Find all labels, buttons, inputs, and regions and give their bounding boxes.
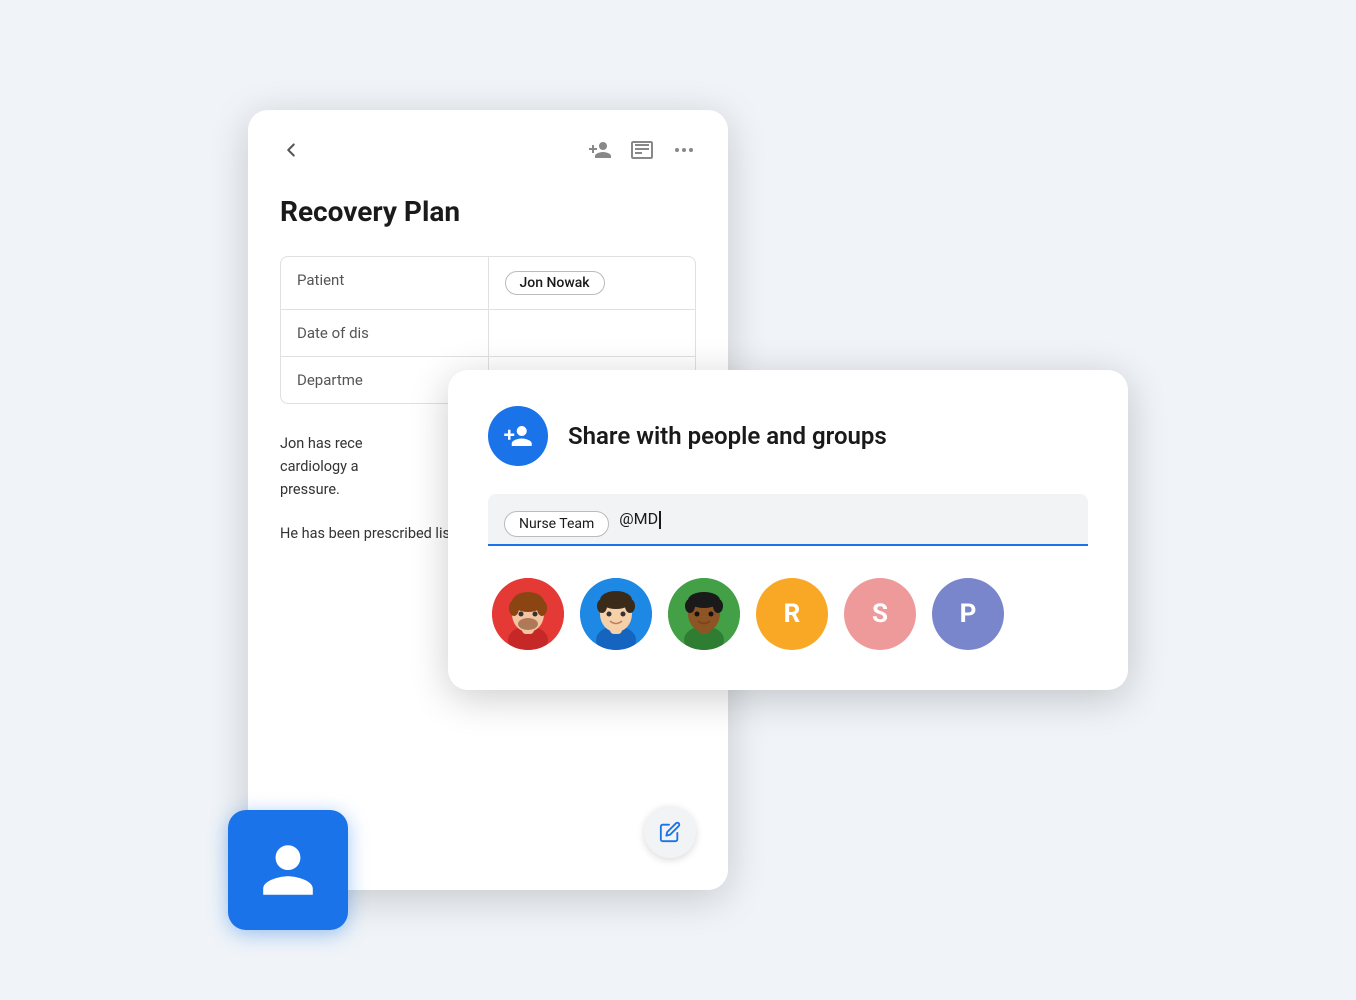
- back-button[interactable]: [280, 139, 302, 166]
- label-patient: Patient: [281, 257, 489, 309]
- page-title: Recovery Plan: [280, 195, 696, 228]
- text-cursor: [659, 511, 661, 529]
- patient-chip: Jon Nowak: [505, 271, 605, 295]
- avatar-person-p[interactable]: P: [932, 578, 1004, 650]
- avatars-row: R S P: [488, 578, 1088, 650]
- table-row: Patient Jon Nowak: [281, 257, 695, 310]
- typed-text: @MD: [619, 509, 658, 528]
- label-date: Date of dis: [281, 310, 489, 356]
- avatar-initial-p: P: [960, 599, 977, 629]
- more-icon[interactable]: [672, 138, 696, 167]
- edit-fab-button[interactable]: [644, 806, 696, 858]
- nurse-team-chip[interactable]: Nurse Team: [504, 511, 609, 537]
- person-icon: [257, 839, 319, 901]
- header-actions: [588, 138, 696, 167]
- notes-icon[interactable]: [630, 138, 654, 167]
- avatar-person-2[interactable]: [580, 578, 652, 650]
- share-dialog: Share with people and groups Nurse Team …: [448, 370, 1128, 690]
- share-input-text[interactable]: @MD: [619, 509, 1072, 539]
- profile-card: [228, 810, 348, 930]
- share-title: Share with people and groups: [568, 422, 887, 450]
- table-row: Date of dis: [281, 310, 695, 357]
- add-person-share-icon: [503, 421, 533, 451]
- share-input-area[interactable]: Nurse Team @MD: [488, 494, 1088, 546]
- card-header: [280, 138, 696, 167]
- value-date: [489, 310, 696, 356]
- avatar-person-1[interactable]: [492, 578, 564, 650]
- share-header: Share with people and groups: [488, 406, 1088, 466]
- avatar-initial-s: S: [872, 599, 888, 629]
- share-icon-circle: [488, 406, 548, 466]
- value-patient: Jon Nowak: [489, 257, 696, 309]
- avatar-person-r[interactable]: R: [756, 578, 828, 650]
- add-person-icon[interactable]: [588, 138, 612, 167]
- avatar-initial-r: R: [784, 599, 801, 629]
- avatar-person-s[interactable]: S: [844, 578, 916, 650]
- avatar-person-3[interactable]: [668, 578, 740, 650]
